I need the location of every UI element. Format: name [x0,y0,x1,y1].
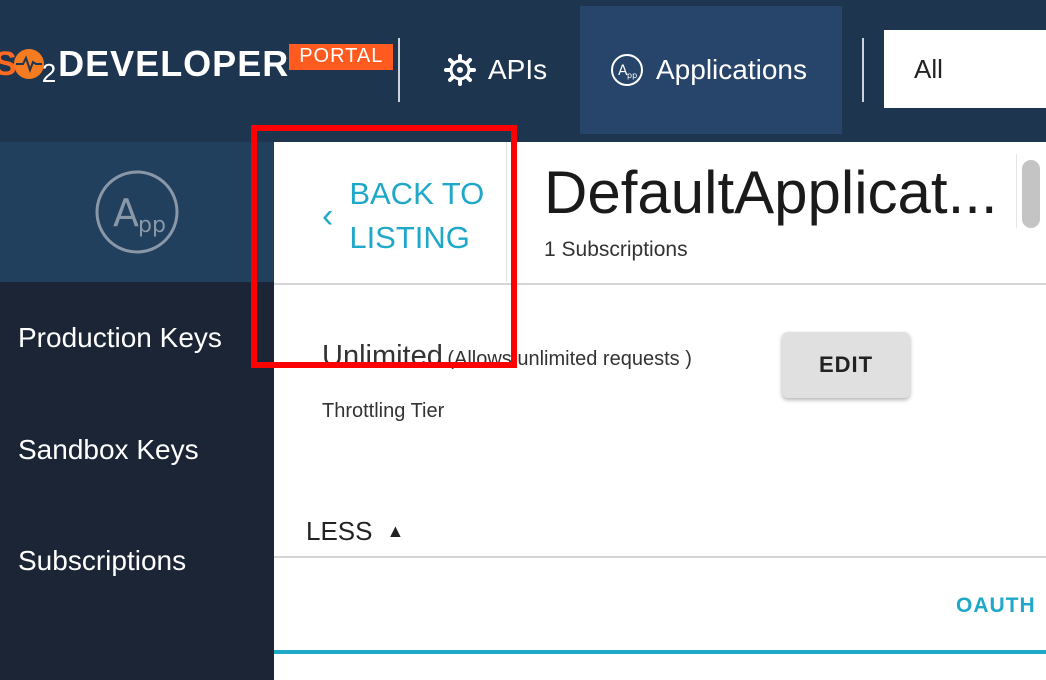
logo-circle-icon [13,49,44,79]
svg-text:A: A [113,191,139,235]
svg-text:pp: pp [627,71,637,80]
sidebar: A pp Production Keys Sandbox Keys Subscr… [0,142,274,680]
filter-selected-value: All [914,53,943,84]
sidebar-item-sandbox-keys[interactable]: Sandbox Keys [18,434,199,466]
less-toggle[interactable]: LESS ▲ [306,516,404,547]
sort-up-triangle-icon: ▲ [386,521,405,541]
edit-button[interactable]: EDIT [782,332,910,398]
sidebar-app-header: A pp [0,142,274,282]
search-filter-select[interactable]: All [884,30,1046,108]
tab-oauth[interactable]: OAUTH [956,594,1036,618]
sidebar-item-subscriptions[interactable]: Subscriptions [18,545,186,577]
logo-portal-badge: PORTAL [289,44,394,70]
sidebar-item-production-keys[interactable]: Production Keys [18,322,222,354]
throttling-tier-label: Throttling Tier [322,400,445,422]
less-label: LESS [306,516,373,546]
nav-apis[interactable]: APIs [444,44,547,96]
nav-applications-label: Applications [656,54,807,85]
application-title: DefaultApplicat... [544,159,998,226]
subscriptions-count: 1 Subscriptions [544,238,688,261]
wso2-developer-portal-logo[interactable]: S 2 DEVELOPER PORTAL [0,43,394,88]
tab-indicator [274,650,1046,654]
nav-applications[interactable]: A pp Applications [580,6,842,134]
svg-text:pp: pp [138,213,166,238]
highlight-box [251,125,517,368]
header-divider [862,38,864,102]
logo-two: 2 [41,57,57,88]
nav-apis-label: APIs [488,54,548,85]
apis-gear-icon [444,54,476,86]
divider [274,556,1046,558]
top-header: S 2 DEVELOPER PORTAL APIs A pp Applicati… [0,0,1046,142]
header-divider [398,38,400,102]
logo-developer: DEVELOPER [58,43,290,84]
title-scrollbar-thumb[interactable] [1022,160,1040,228]
sidebar-app-icon: A pp [95,170,179,254]
applications-app-icon: A pp [611,54,643,86]
